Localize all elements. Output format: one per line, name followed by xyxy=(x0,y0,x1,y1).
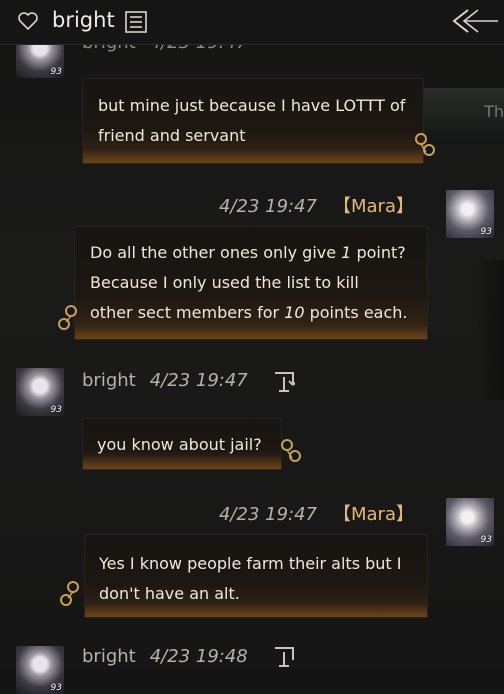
message-time: 4/23 19:47 xyxy=(149,370,248,391)
bubble-glow xyxy=(83,149,423,163)
message-line: friend and servant xyxy=(98,126,246,145)
coin-charm-icon xyxy=(281,439,301,462)
avatar-mara[interactable]: 93 xyxy=(446,498,494,546)
message-meta: bright 4/23 19:48 xyxy=(82,646,248,667)
sender-name: bright xyxy=(82,370,136,391)
repost-icon[interactable] xyxy=(273,369,295,393)
message-line: Because I only used the list to kill xyxy=(90,273,359,292)
background-text: Th xyxy=(484,102,504,121)
chat-header: bright xyxy=(0,0,504,45)
avatar-level: 93 xyxy=(50,683,62,693)
avatar-level: 93 xyxy=(480,227,492,237)
message-bubble: Yes I know people farm their alts but I … xyxy=(84,534,428,618)
avatar-mara[interactable]: 93 xyxy=(446,190,494,238)
message-meta: bright 4/23 19:47 xyxy=(82,370,248,391)
message-meta: 4/23 19:47 【Mara】 xyxy=(219,192,414,218)
message-meta: 4/23 19:47 【Mara】 xyxy=(219,500,414,526)
background-shadow xyxy=(476,260,504,400)
message-bubble: Do all the other ones only give 1 point?… xyxy=(74,226,428,340)
avatar-level: 93 xyxy=(480,535,492,545)
message-line: but mine just because I have LOTTT of xyxy=(98,96,406,115)
message-time: 4/23 19:48 xyxy=(149,646,248,667)
sender-tag: 【Mara】 xyxy=(333,196,414,217)
coin-charm-icon xyxy=(58,305,77,330)
avatar-level: 93 xyxy=(50,405,62,415)
message-text: but mine just because I have LOTTT of fr… xyxy=(98,91,423,151)
avatar-level: 93 xyxy=(50,67,62,77)
repost-icon[interactable] xyxy=(273,644,295,668)
heart-icon[interactable] xyxy=(16,9,40,33)
message-text: Do all the other ones only give 1 point?… xyxy=(90,238,427,328)
avatar-bright[interactable]: 93 xyxy=(16,368,64,416)
message-text: you know about jail? xyxy=(97,435,262,454)
message-bubble: but mine just because I have LOTTT of fr… xyxy=(82,78,424,164)
message-line: don't have an alt. xyxy=(99,584,240,603)
message-line: Do all the other ones only give 1 point? xyxy=(90,243,406,262)
message-bubble: you know about jail? xyxy=(82,418,282,470)
sender-name: bright xyxy=(82,646,136,667)
message-text: Yes I know people farm their alts but I … xyxy=(99,549,427,609)
coin-charm-icon xyxy=(60,581,79,606)
message-line: Yes I know people farm their alts but I xyxy=(99,554,402,573)
avatar-bright[interactable]: 93 xyxy=(16,646,64,694)
back-arrow-icon[interactable] xyxy=(448,6,498,36)
sender-tag: 【Mara】 xyxy=(333,504,414,525)
chat-title: bright xyxy=(52,8,115,32)
message-line: other sect members for 10 points each. xyxy=(90,303,408,322)
message-time: 4/23 19:47 xyxy=(218,196,317,217)
message-time: 4/23 19:47 xyxy=(218,504,317,525)
list-icon[interactable] xyxy=(125,11,147,33)
